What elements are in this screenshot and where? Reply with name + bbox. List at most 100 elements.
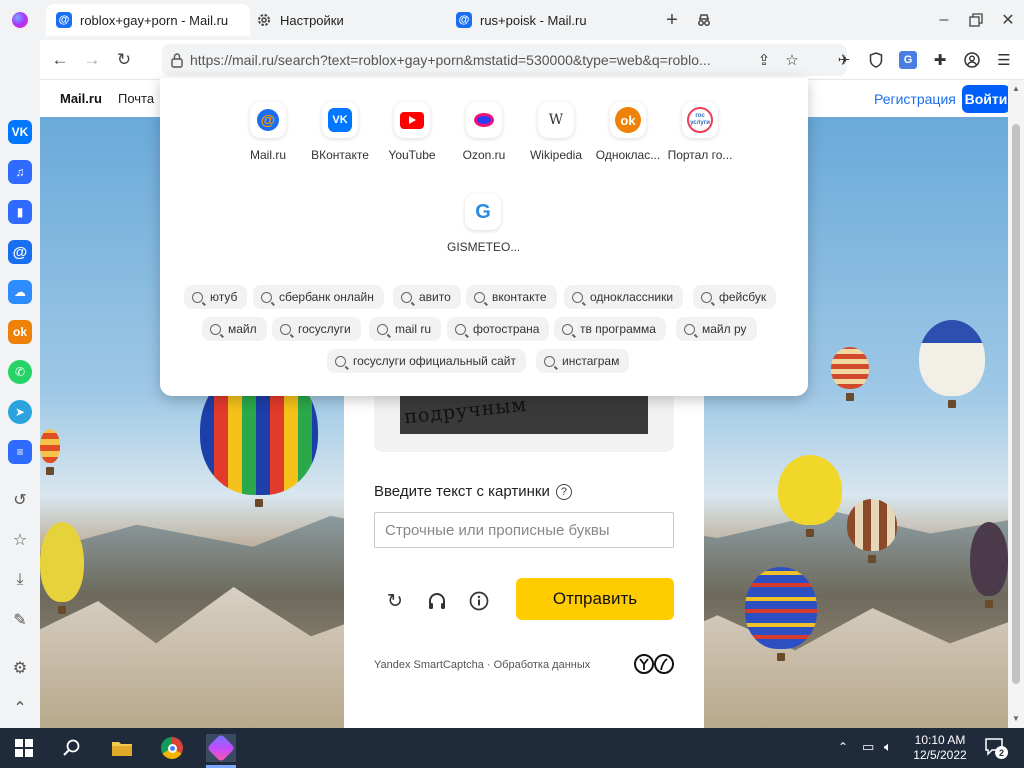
profile-icon[interactable] <box>960 48 984 72</box>
reload-icon[interactable]: ↻ <box>112 48 136 72</box>
menu-hamburger-icon[interactable]: ☰ <box>992 48 1016 72</box>
site-tile-mailru[interactable]: @ Mail.ru <box>232 102 304 162</box>
file-explorer-icon[interactable] <box>108 734 136 762</box>
new-tab-plus-icon[interactable]: + <box>660 8 684 32</box>
stats-icon[interactable]: ▮ <box>8 200 32 224</box>
suggestion-chip[interactable]: вконтакте <box>466 285 557 309</box>
captcha-input[interactable] <box>374 512 674 548</box>
mail-link[interactable]: Почта <box>118 91 154 106</box>
shield-icon[interactable] <box>864 48 888 72</box>
suggestion-text: mail ru <box>395 322 432 336</box>
scroll-up-arrow-icon[interactable]: ▲ <box>1012 84 1020 93</box>
minimize-icon[interactable]: – <box>932 8 956 32</box>
cloud-icon[interactable]: ☁ <box>8 280 32 304</box>
search-icon <box>474 291 485 303</box>
suggestion-chip[interactable]: майл ру <box>676 317 757 341</box>
site-tile-gismeteo[interactable]: G GISMETEO... <box>447 194 519 254</box>
vk-icon[interactable]: VK <box>8 120 32 144</box>
youtube-icon <box>394 102 430 138</box>
site-tile-odnoklassniki[interactable]: ok Одноклас... <box>592 102 664 162</box>
balloon-yellow-right <box>778 455 842 537</box>
captcha-label: Введите текст с картинки ? <box>374 483 572 500</box>
site-tile-youtube[interactable]: YouTube <box>376 102 448 162</box>
suggestion-text: госуслуги <box>298 322 351 336</box>
scrollbar-thumb[interactable] <box>1012 124 1020 684</box>
yandex-logo-icon[interactable] <box>12 12 28 28</box>
url-bar[interactable]: https://mail.ru/search?text=roblox+gay+p… <box>162 44 847 76</box>
network-icon[interactable]: ▭ <box>862 739 874 755</box>
smartcaptcha-footer[interactable]: Yandex SmartCaptcha · Обработка данных <box>374 659 590 671</box>
suggestion-chip[interactable]: фотострана <box>447 317 550 341</box>
site-name: Портал го... <box>667 148 733 162</box>
suggestion-chip[interactable]: госуслуги <box>272 317 361 341</box>
search-icon[interactable] <box>58 734 86 762</box>
history-icon[interactable]: ↺ <box>8 488 32 512</box>
browser-sidebar: VK ♫ ▮ @ ☁ ok ✆ ➤ ≡ ↺ ☆ ⤓ ✎ ⚙ ⌃ <box>0 40 40 728</box>
submit-captcha-button[interactable]: Отправить <box>516 578 674 620</box>
taskbar-clock[interactable]: 10:10 AM 12/5/2022 <box>910 733 970 763</box>
list-icon[interactable]: ≡ <box>8 440 32 464</box>
page-scrollbar[interactable]: ▲ ▼ <box>1008 80 1024 728</box>
suggestion-chip[interactable]: одноклассники <box>564 285 684 309</box>
windows-start-icon[interactable] <box>10 734 38 762</box>
rocket-icon[interactable]: ✈ <box>832 48 856 72</box>
suggestion-chip[interactable]: сбербанк онлайн <box>253 285 384 309</box>
help-question-icon[interactable]: ? <box>555 483 572 500</box>
site-tile-vk[interactable]: VK ВКонтакте <box>304 102 376 162</box>
suggestion-chip[interactable]: mail ru <box>369 317 442 341</box>
incognito-icon[interactable] <box>692 8 716 32</box>
balloon-striped-left <box>40 429 60 475</box>
tab-search[interactable]: @ roblox+gay+porn - Mail.ru <box>46 4 250 36</box>
balloon-striped-small <box>831 347 869 401</box>
volume-icon[interactable]: 🔈︎ <box>884 739 892 755</box>
suggestion-chip[interactable]: ютуб <box>184 285 248 309</box>
close-window-icon[interactable]: ✕ <box>996 8 1020 32</box>
whatsapp-icon[interactable]: ✆ <box>8 360 32 384</box>
tab-rus-poisk[interactable]: @ rus+poisk - Mail.ru <box>446 4 646 36</box>
odnoklassniki-icon[interactable]: ok <box>8 320 32 344</box>
site-tile-gosuslugi[interactable]: гос услуги Портал го... <box>664 102 736 162</box>
forward-arrow-icon[interactable]: → <box>80 48 104 72</box>
downloads-icon[interactable]: ⤓ <box>8 568 32 592</box>
suggestion-chip[interactable]: инстаграм <box>536 349 630 373</box>
suggestion-chip[interactable]: госуслуги официальный сайт <box>327 349 526 373</box>
mailru-logo[interactable]: Mail.ru <box>60 91 102 106</box>
favorites-star-icon[interactable]: ☆ <box>8 528 32 552</box>
telegram-icon[interactable]: ➤ <box>8 400 32 424</box>
mail-at-icon[interactable]: @ <box>8 240 32 264</box>
bookmark-star-icon[interactable]: ☆ <box>780 48 804 72</box>
back-arrow-icon[interactable]: ← <box>48 48 72 72</box>
site-name: Одноклас... <box>595 148 661 162</box>
site-tile-wikipedia[interactable]: W Wikipedia <box>520 102 592 162</box>
suggestion-chip[interactable]: авито <box>393 285 461 309</box>
notifications-icon[interactable]: 2 <box>984 736 1008 760</box>
share-icon[interactable]: ⇪ <box>752 48 776 72</box>
music-icon[interactable]: ♫ <box>8 160 32 184</box>
odnoklassniki-icon: ok <box>610 102 646 138</box>
restore-icon[interactable] <box>964 8 988 32</box>
suggestion-chip[interactable]: майл <box>202 317 267 341</box>
tab-settings[interactable]: Настройки <box>246 4 446 36</box>
yandex-browser-icon[interactable] <box>206 733 236 763</box>
search-icon <box>210 323 221 335</box>
suggestion-chip[interactable]: тв программа <box>554 317 666 341</box>
captcha-image-frame: подручным <box>374 396 674 452</box>
tray-chevron-icon[interactable]: ⌃ <box>838 740 848 754</box>
brush-icon[interactable]: ✎ <box>8 608 32 632</box>
tab-title: Настройки <box>280 12 344 28</box>
register-link[interactable]: Регистрация <box>874 91 956 107</box>
extensions-puzzle-icon[interactable]: ✚ <box>928 48 952 72</box>
scroll-down-arrow-icon[interactable]: ▼ <box>1012 714 1020 723</box>
chrome-icon[interactable] <box>158 734 186 762</box>
refresh-captcha-icon[interactable]: ↻ <box>382 588 408 614</box>
login-button[interactable]: Войти <box>962 85 1008 113</box>
mail-at-icon: @ <box>456 12 472 28</box>
info-icon[interactable] <box>466 588 492 614</box>
translate-icon[interactable]: G <box>896 48 920 72</box>
suggestion-chip[interactable]: фейсбук <box>693 285 777 309</box>
site-tile-ozon[interactable]: Ozon.ru <box>448 102 520 162</box>
audio-headphones-icon[interactable] <box>424 588 450 614</box>
settings-gear-icon[interactable]: ⚙ <box>8 656 32 680</box>
collapse-chevron-icon[interactable]: ⌃ <box>8 696 32 720</box>
mail-at-icon: @ <box>56 12 72 28</box>
